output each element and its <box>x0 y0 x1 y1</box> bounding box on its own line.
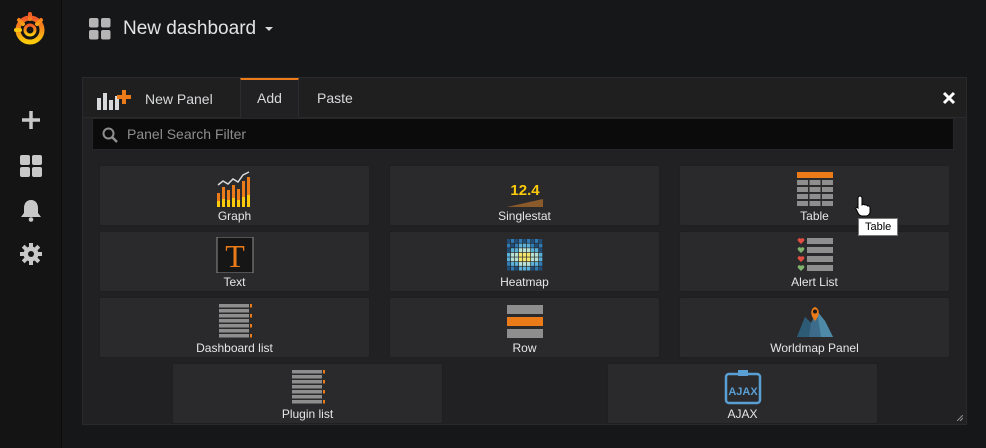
panel-brand: New Panel <box>97 88 213 110</box>
panel-card-label: Alert List <box>791 275 838 289</box>
plugin-list-icon <box>291 370 325 404</box>
worldmap-icon <box>796 307 833 337</box>
table-icon <box>796 172 833 206</box>
panel-card-heatmap[interactable]: Heatmap <box>389 231 660 292</box>
alert-list-icon <box>797 238 833 271</box>
plus-icon[interactable] <box>19 108 43 132</box>
panel-card-text[interactable]: T Text <box>99 231 370 292</box>
panel-card-label: Table <box>800 209 829 223</box>
row-icon <box>506 305 543 338</box>
tooltip: Table <box>858 218 899 236</box>
grafana-logo-icon[interactable] <box>13 12 47 46</box>
singlestat-icon: 12.4 <box>506 182 543 207</box>
new-panel-label: New Panel <box>145 91 213 107</box>
text-icon: T <box>216 237 253 273</box>
dashboards-icon[interactable] <box>19 154 43 178</box>
tab-paste[interactable]: Paste <box>301 78 369 118</box>
close-icon[interactable] <box>942 91 956 105</box>
ajax-icon: AJAX <box>724 370 761 405</box>
heatmap-icon <box>506 239 542 271</box>
panel-card-label: Worldmap Panel <box>770 341 859 355</box>
panel-search-box <box>92 118 954 150</box>
panel-card-alert-list[interactable]: Alert List <box>679 231 950 292</box>
hand-cursor-icon <box>855 195 871 217</box>
panel-card-ajax[interactable]: AJAX AJAX <box>607 363 878 424</box>
svg-text:AJAX: AJAX <box>728 386 758 398</box>
bell-icon[interactable] <box>19 198 43 222</box>
panel-card-label: Singlestat <box>498 209 551 223</box>
sidebar <box>0 0 62 448</box>
panel-card-graph[interactable]: Graph <box>99 165 370 226</box>
search-icon <box>102 127 118 143</box>
panel-header: New Panel Add Paste <box>83 78 966 119</box>
resize-handle-icon[interactable] <box>957 415 963 421</box>
panel-card-singlestat[interactable]: 12.4 Singlestat <box>389 165 660 226</box>
panel-card-label: Plugin list <box>281 407 334 421</box>
graph-icon <box>216 171 250 207</box>
panel-card-label: AJAX <box>727 407 758 421</box>
svg-text:T: T <box>225 238 245 273</box>
panel-card-worldmap[interactable]: Worldmap Panel <box>679 297 950 358</box>
panel-card-label: Row <box>512 341 537 355</box>
dashboard-title-picker[interactable]: New dashboard <box>89 16 274 42</box>
new-panel-icon <box>97 90 131 110</box>
panel-card-label: Heatmap <box>500 275 549 289</box>
tab-add[interactable]: Add <box>240 78 299 119</box>
svg-text:12.4: 12.4 <box>510 182 540 199</box>
add-panel-widget: New Panel Add Paste Panel Search Filter … <box>82 77 967 425</box>
panel-card-plugin-list[interactable]: Plugin list <box>172 363 443 424</box>
dashboard-icon <box>89 18 111 40</box>
panel-card-row[interactable]: Row <box>389 297 660 358</box>
dashboard-list-icon <box>218 304 252 338</box>
panel-search-input[interactable] <box>127 119 947 149</box>
caret-down-icon <box>265 27 274 31</box>
panel-card-dashboard-list[interactable]: Dashboard list <box>99 297 370 358</box>
page-title: New dashboard <box>123 18 257 39</box>
gear-icon[interactable] <box>19 242 43 266</box>
panel-card-label: Dashboard list <box>196 341 273 355</box>
panel-card-label: Text <box>223 275 246 289</box>
panel-card-label: Graph <box>217 209 252 223</box>
panel-card-table[interactable]: Table <box>679 165 950 226</box>
